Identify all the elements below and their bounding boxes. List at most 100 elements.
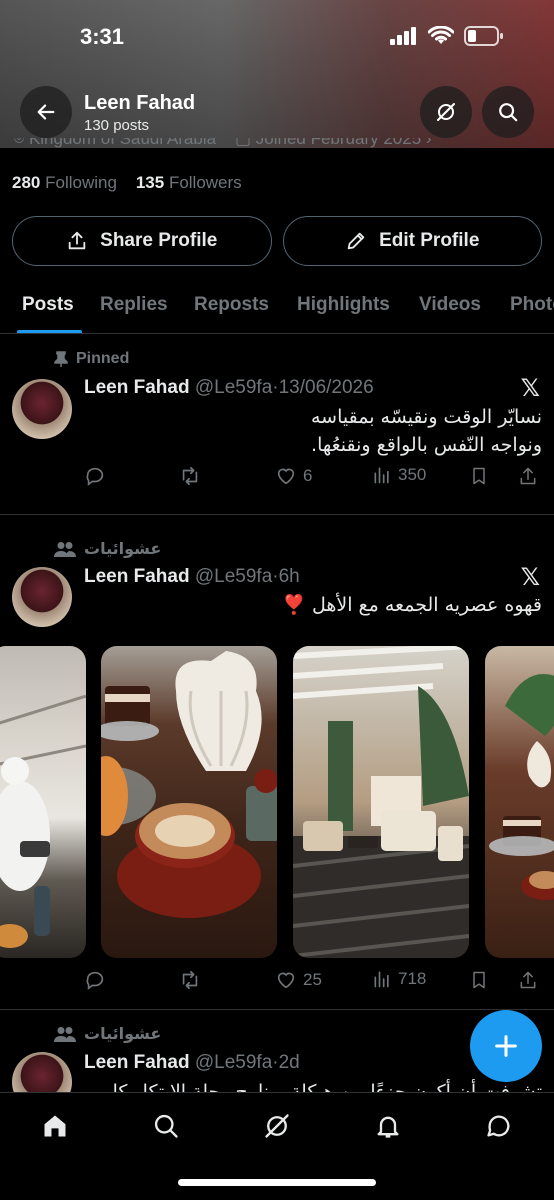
views-button[interactable]: 350 — [372, 465, 426, 485]
compose-button[interactable] — [470, 1010, 542, 1082]
header-row: Leen Fahad 130 posts — [0, 86, 554, 138]
post-actions: 6 350 — [84, 465, 544, 491]
author-name[interactable]: Leen Fahad — [84, 1052, 190, 1073]
grok-button[interactable] — [420, 86, 472, 138]
status-bar: 3:31 — [0, 0, 554, 70]
x-logo-icon[interactable]: 𝕏 — [521, 374, 540, 403]
photo-3[interactable] — [293, 646, 469, 958]
avatar[interactable] — [12, 567, 72, 627]
bookmark-button[interactable] — [469, 465, 489, 487]
nav-notifications[interactable] — [373, 1111, 403, 1141]
back-button[interactable] — [20, 86, 72, 138]
post-text-line: ونواجه النّفس بالواقع ونقنعُها. — [311, 434, 542, 456]
reply-button[interactable] — [84, 465, 106, 487]
bookmark-icon — [473, 467, 485, 485]
search-icon — [154, 1114, 178, 1138]
search-button[interactable] — [482, 86, 534, 138]
media-carousel[interactable] — [0, 646, 554, 958]
battery-icon — [464, 26, 503, 46]
reply-icon — [86, 971, 104, 990]
profile-location: Kingdom of Saudi Arabia — [28, 138, 217, 148]
tab-posts[interactable]: Posts — [22, 294, 74, 316]
photo-2[interactable] — [101, 646, 277, 958]
share-icon — [520, 971, 536, 989]
followers-count: 135 — [135, 173, 165, 192]
author-handle[interactable]: @Le59fa — [195, 1052, 272, 1073]
profile-meta-row: ⌾ Kingdom of Saudi Arabia ▢ Joined Febru… — [14, 138, 432, 150]
grok-icon — [437, 103, 455, 121]
post-header: Leen Fahad @Le59fa·6h — [84, 566, 300, 588]
post-time: 2d — [278, 1052, 300, 1073]
bottom-nav — [0, 1092, 554, 1200]
like-count: 6 — [303, 466, 313, 485]
header-profile-name: Leen Fahad — [84, 92, 196, 114]
photo-4[interactable] — [485, 646, 554, 958]
tab-photos[interactable]: Photos — [510, 294, 554, 316]
followers-link[interactable]: 135 Followers — [136, 173, 242, 192]
reply-icon — [86, 467, 104, 486]
avatar[interactable] — [12, 379, 72, 439]
profile-joined: Joined February 2025 — [255, 138, 422, 148]
repost-button[interactable] — [178, 465, 202, 487]
chevron-right-icon: › — [425, 138, 432, 148]
views-button[interactable]: 718 — [372, 969, 426, 989]
pin-icon — [54, 351, 68, 367]
arrow-left-icon — [37, 104, 55, 120]
repost-button[interactable] — [178, 969, 202, 991]
tab-replies[interactable]: Replies — [100, 294, 168, 316]
search-icon — [499, 103, 518, 122]
tab-highlights[interactable]: Highlights — [297, 294, 390, 316]
signal-icon — [390, 27, 416, 45]
views-icon — [374, 467, 389, 484]
photo-1[interactable] — [0, 646, 86, 958]
plus-icon — [495, 1035, 517, 1057]
nav-search[interactable] — [151, 1111, 181, 1141]
view-count: 718 — [398, 969, 427, 988]
tab-reposts[interactable]: Reposts — [194, 294, 269, 316]
header-posts-count: 130 posts — [84, 117, 150, 134]
profile-tabs: Posts Replies Reposts Highlights Videos … — [0, 284, 554, 334]
pencil-icon — [347, 232, 365, 250]
post-text: قهوه عصريه الجمعه مع الأهل ❣️ — [282, 591, 542, 619]
post-context: عشوائيات — [54, 539, 161, 559]
heart-icon — [277, 972, 295, 989]
location-icon: ⌾ — [14, 138, 25, 148]
like-button[interactable]: 6 — [275, 465, 312, 487]
status-icons — [390, 26, 504, 46]
view-count: 350 — [398, 465, 427, 484]
nav-grok[interactable] — [262, 1111, 292, 1141]
following-label: Following — [45, 173, 117, 192]
author-name[interactable]: Leen Fahad — [84, 566, 190, 587]
post-text-line: قهوه عصريه الجمعه مع الأهل ❣️ — [282, 594, 542, 616]
post-text-line: نسايّر الوقت ونقيسّه بمقياسه — [311, 406, 542, 428]
x-logo-icon[interactable]: 𝕏 — [521, 563, 540, 592]
author-handle[interactable]: @Le59fa — [195, 377, 272, 398]
share-icon — [68, 231, 86, 250]
post-text: نسايّر الوقت ونقيسّه بمقياسه ونواجه النّ… — [311, 403, 542, 459]
edit-profile-button[interactable]: Edit Profile — [282, 216, 542, 266]
pinned-label: Pinned — [76, 350, 130, 367]
like-button[interactable]: 25 — [275, 969, 322, 991]
nav-messages[interactable] — [484, 1111, 514, 1141]
nav-home[interactable] — [40, 1111, 70, 1141]
calendar-icon: ▢ — [234, 138, 252, 148]
heart-icon — [277, 468, 295, 485]
repost-icon — [182, 970, 198, 990]
reply-button[interactable] — [84, 969, 106, 991]
share-button[interactable] — [518, 465, 538, 487]
bookmark-button[interactable] — [469, 969, 489, 991]
edit-profile-label: Edit Profile — [379, 230, 480, 251]
following-link[interactable]: 280 Following — [12, 173, 117, 192]
chat-icon — [487, 1115, 510, 1137]
author-name[interactable]: Leen Fahad — [84, 377, 190, 398]
like-count: 25 — [303, 970, 322, 989]
post-pinned[interactable]: Pinned Leen Fahad @Le59fa·13/06/2026 𝕏 ن… — [0, 334, 554, 515]
share-button[interactable] — [518, 969, 538, 991]
share-profile-button[interactable]: Share Profile — [12, 216, 272, 266]
author-handle[interactable]: @Le59fa — [195, 566, 272, 587]
tab-videos[interactable]: Videos — [419, 294, 481, 316]
community-icon — [54, 1027, 76, 1042]
following-count: 280 — [12, 173, 41, 192]
post-time: 6h — [278, 566, 300, 587]
community-label: عشوائيات — [84, 1026, 162, 1043]
